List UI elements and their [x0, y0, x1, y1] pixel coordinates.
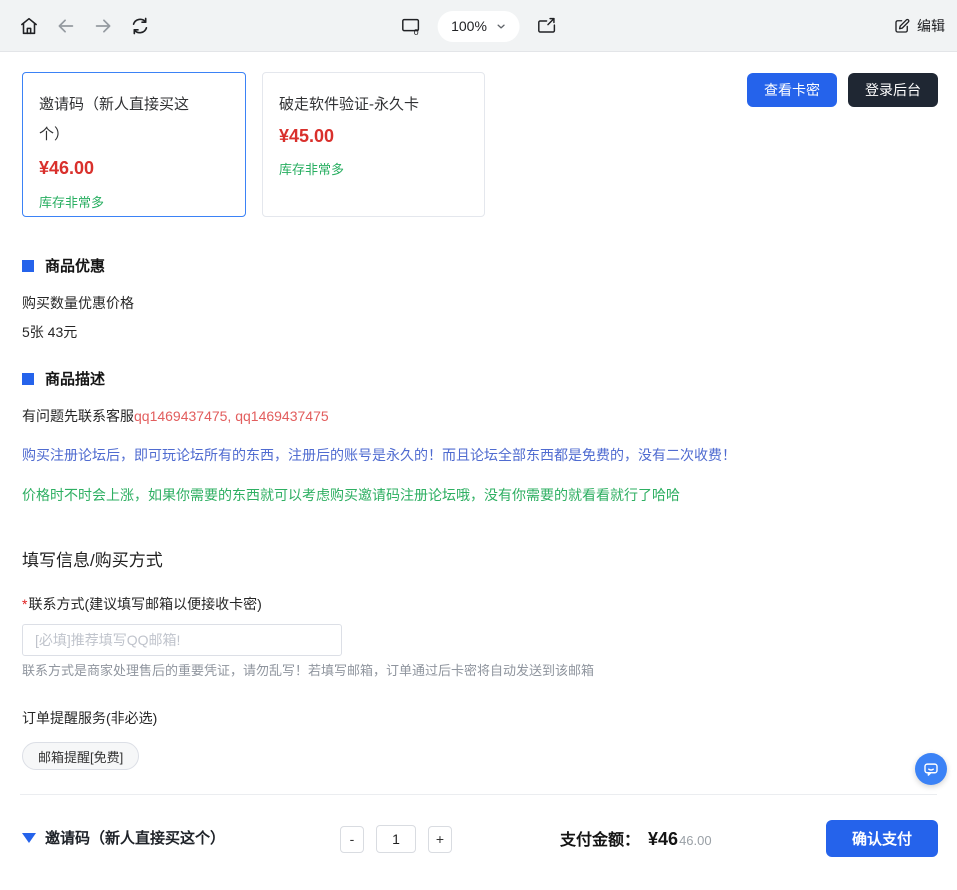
- quantity-stepper: - +: [340, 825, 452, 853]
- edit-button-label: 编辑: [917, 16, 945, 36]
- checkout-bar: 邀请码（新人直接买这个） - + 支付金额： ¥46 46.00 确认支付: [0, 794, 957, 890]
- product-price: ¥46.00: [39, 158, 229, 179]
- confirm-pay-button[interactable]: 确认支付: [826, 820, 938, 857]
- square-bullet-icon: [22, 260, 34, 272]
- admin-login-button[interactable]: 登录后台: [848, 73, 938, 107]
- customer-service-line: 有问题先联系客服qq1469437475, qq1469437475: [22, 405, 938, 427]
- contact-label-text: 联系方式(建议填写邮箱以便接收卡密): [28, 596, 261, 612]
- pay-amount-group: 支付金额： ¥46 46.00: [560, 826, 712, 850]
- customer-service-prefix: 有问题先联系客服: [22, 408, 134, 424]
- header-actions: 查看卡密 登录后台: [747, 73, 938, 107]
- toolbar-right-group: 编辑: [893, 16, 945, 36]
- toolbar: 0 100%: [0, 0, 957, 52]
- product-stock: 库存非常多: [39, 192, 229, 211]
- home-icon: [18, 15, 40, 37]
- required-asterisk: *: [22, 596, 27, 612]
- refresh-icon: [129, 15, 151, 37]
- chat-fab-button[interactable]: [915, 753, 947, 785]
- description-section-heading: 商品描述: [22, 368, 938, 389]
- refresh-button[interactable]: [123, 9, 157, 43]
- page-content: 邀请码（新人直接买这个） ¥46.00 库存非常多 破走软件验证-永久卡 ¥45…: [0, 72, 957, 770]
- contact-input[interactable]: [22, 624, 342, 656]
- checkout-row: 邀请码（新人直接买这个） - + 支付金额： ¥46 46.00 确认支付: [0, 795, 957, 890]
- notify-service-label: 订单提醒服务(非必选): [22, 708, 938, 728]
- view-card-keys-button[interactable]: 查看卡密: [747, 73, 837, 107]
- product-card-row: 邀请码（新人直接买这个） ¥46.00 库存非常多 破走软件验证-永久卡 ¥45…: [22, 72, 938, 217]
- chevron-down-icon: [495, 20, 508, 33]
- pay-amount-value: ¥46: [648, 829, 678, 850]
- pay-amount-detail: 46.00: [679, 833, 712, 848]
- edit-pencil-icon: [893, 17, 911, 35]
- product-title: 破走软件验证-永久卡: [279, 90, 441, 120]
- description-note-blue: 购买注册论坛后，即可玩论坛所有的东西，注册后的账号是永久的！而且论坛全部东西都是…: [22, 444, 938, 466]
- toolbar-nav-group: [12, 9, 157, 43]
- home-button[interactable]: [12, 9, 46, 43]
- selected-product-name: 邀请码（新人直接买这个）: [45, 827, 225, 848]
- promo-heading-label: 商品优惠: [45, 255, 105, 276]
- zoom-select[interactable]: 100%: [437, 11, 520, 42]
- triangle-down-icon: [22, 833, 36, 843]
- edit-button[interactable]: 编辑: [893, 16, 945, 36]
- selected-product-toggle[interactable]: 邀请码（新人直接买这个）: [22, 827, 225, 848]
- contact-help-text: 联系方式是商家处理售后的重要凭证，请勿乱写！若填写邮箱，订单通过后卡密将自动发送…: [22, 662, 938, 680]
- quantity-increase-button[interactable]: +: [428, 826, 452, 853]
- arrow-left-icon: [55, 15, 77, 37]
- contact-field-label: *联系方式(建议填写邮箱以便接收卡密): [22, 594, 938, 614]
- promo-line: 购买数量优惠价格: [22, 292, 938, 314]
- promo-section-heading: 商品优惠: [22, 255, 938, 276]
- svg-text:0: 0: [413, 27, 418, 37]
- pay-amount-label: 支付金额：: [560, 826, 640, 850]
- monitor-external-icon: [536, 15, 558, 37]
- product-card-software-key[interactable]: 破走软件验证-永久卡 ¥45.00 库存非常多: [262, 72, 485, 217]
- arrow-right-icon: [92, 15, 114, 37]
- quantity-input[interactable]: [376, 825, 416, 853]
- product-price: ¥45.00: [279, 126, 468, 147]
- email-notify-chip[interactable]: 邮箱提醒[免费]: [22, 742, 139, 770]
- product-stock: 库存非常多: [279, 159, 468, 178]
- device-monitor-icon: 0: [399, 15, 421, 37]
- device-toolbar-button[interactable]: 0: [393, 9, 427, 43]
- promo-tier-line: 5张 43元: [22, 321, 938, 343]
- product-title: 邀请码（新人直接买这个）: [39, 90, 201, 150]
- forward-button[interactable]: [86, 9, 120, 43]
- quantity-decrease-button[interactable]: -: [340, 826, 364, 853]
- open-external-button[interactable]: [530, 9, 564, 43]
- square-bullet-icon: [22, 373, 34, 385]
- description-heading-label: 商品描述: [45, 368, 105, 389]
- back-button[interactable]: [49, 9, 83, 43]
- product-card-invite-code[interactable]: 邀请码（新人直接买这个） ¥46.00 库存非常多: [22, 72, 246, 217]
- description-note-green: 价格时不时会上涨，如果你需要的东西就可以考虑购买邀请码注册论坛哦，没有你需要的就…: [22, 484, 938, 506]
- customer-service-qq: qq1469437475, qq1469437475: [134, 408, 329, 424]
- toolbar-viewport-group: 0 100%: [393, 0, 564, 52]
- form-section-heading: 填写信息/购买方式: [22, 546, 938, 571]
- chat-bubble-icon: [922, 760, 940, 778]
- zoom-level-value: 100%: [451, 18, 487, 34]
